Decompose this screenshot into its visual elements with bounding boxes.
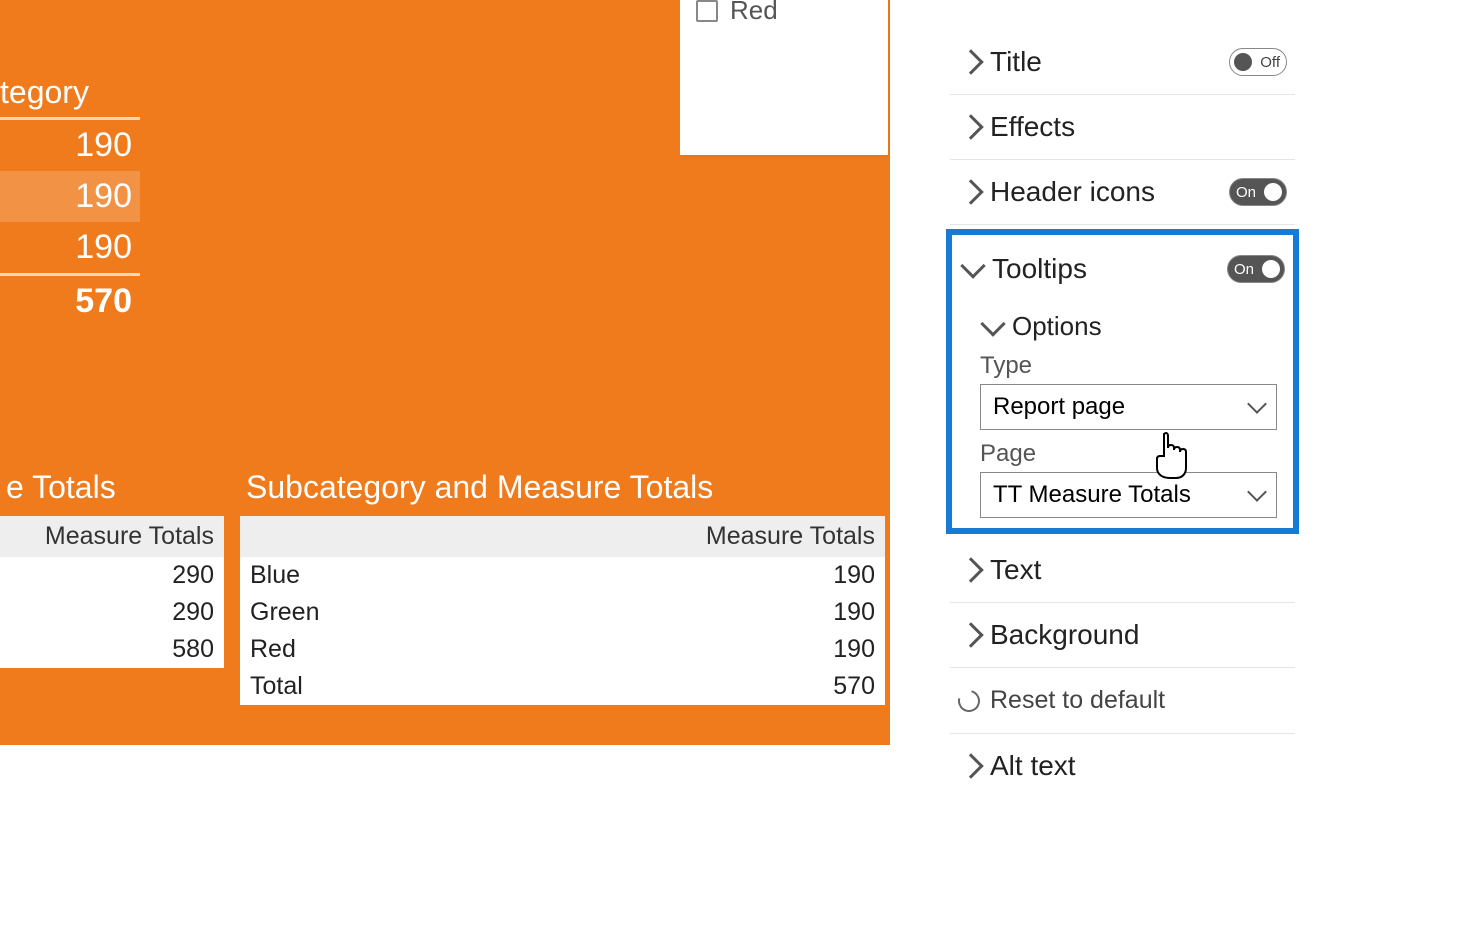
toggle-title[interactable]: Off (1229, 48, 1287, 76)
col-header-category: tegory (0, 70, 140, 120)
sub-options: Options Type Report page Page TT Measure… (952, 301, 1293, 518)
col-header: Measure Totals (447, 516, 885, 557)
section-title[interactable]: Title Off (950, 30, 1295, 95)
chevron-down-icon (1247, 394, 1267, 414)
table-row: Green190 (240, 594, 885, 631)
chevron-right-icon (958, 622, 983, 647)
table-row: Total570 (240, 668, 885, 705)
toggle-header-icons[interactable]: On (1229, 178, 1287, 206)
chevron-right-icon (958, 114, 983, 139)
table-row: Blue190 (240, 557, 885, 594)
section-options[interactable]: Options (980, 311, 1277, 342)
chevron-right-icon (958, 49, 983, 74)
chevron-right-icon (958, 557, 983, 582)
type-dropdown[interactable]: Report page (980, 384, 1277, 430)
tooltips-highlight: Tooltips On Options Type Report page Pag… (946, 229, 1299, 534)
reset-icon (954, 685, 984, 715)
section-header-icons[interactable]: Header icons On (950, 160, 1295, 225)
chevron-down-icon (960, 253, 985, 278)
section-text[interactable]: Text (950, 538, 1295, 603)
report-canvas: Red tegory 190 190 190 570 e Totals Meas… (0, 0, 890, 745)
type-label: Type (980, 352, 1277, 380)
chevron-right-icon (958, 179, 983, 204)
page-label: Page (980, 440, 1277, 468)
page-dropdown[interactable]: TT Measure Totals (980, 472, 1277, 518)
right-table-card[interactable]: Measure Totals Blue190 Green190 Red190 T… (240, 516, 885, 705)
toggle-tooltips[interactable]: On (1227, 255, 1285, 283)
left-table-card[interactable]: Measure Totals 290 290 580 (0, 516, 224, 668)
right-table-title: Subcategory and Measure Totals (246, 469, 885, 506)
table-row: 190 (0, 120, 140, 171)
table-row: 190 (0, 171, 140, 222)
slicer-red-label: Red (730, 0, 778, 26)
col-header-blank (240, 516, 447, 557)
table-row: Red190 (240, 631, 885, 668)
table-row: 580 (0, 631, 224, 668)
chevron-down-icon (1247, 482, 1267, 502)
table-total: 570 (0, 273, 140, 327)
table-row: 290 (0, 594, 224, 631)
section-background[interactable]: Background (950, 603, 1295, 668)
col-header: Measure Totals (0, 516, 224, 557)
reset-to-default[interactable]: Reset to default (950, 668, 1295, 734)
section-effects[interactable]: Effects (950, 95, 1295, 160)
section-tooltips[interactable]: Tooltips On (952, 237, 1293, 301)
top-partial-table: tegory 190 190 190 570 (0, 70, 140, 327)
left-table-title: e Totals (6, 469, 224, 506)
table-row: 290 (0, 557, 224, 594)
canvas-below (0, 745, 890, 945)
table-row: 190 (0, 222, 140, 273)
chevron-right-icon (958, 753, 983, 778)
slicer-card[interactable]: Red (680, 0, 888, 155)
checkbox-red[interactable] (696, 0, 718, 22)
section-alt-text[interactable]: Alt text (950, 734, 1295, 798)
chevron-down-icon (980, 311, 1005, 336)
format-pane: Title Off Effects Header icons On Toolti… (950, 0, 1295, 937)
